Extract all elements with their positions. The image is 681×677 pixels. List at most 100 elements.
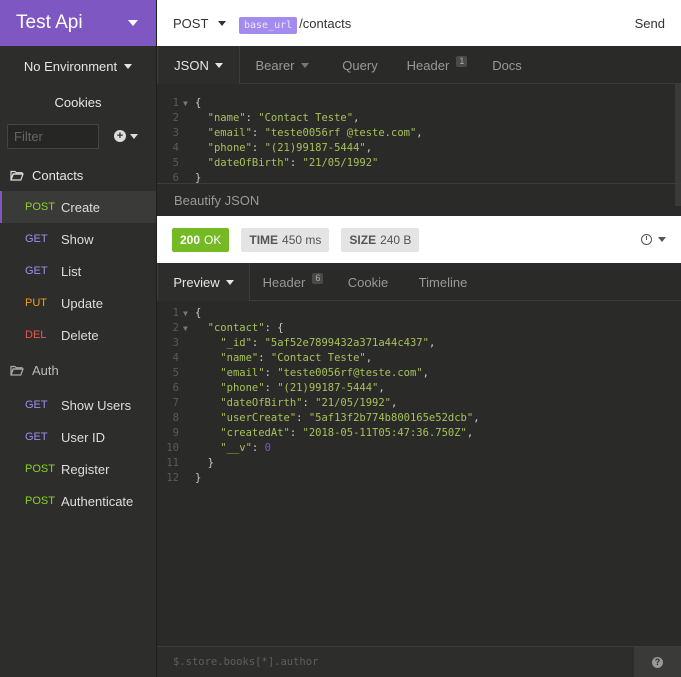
method-badge: DEL [25, 329, 47, 341]
workspace-header[interactable]: Test Api [0, 0, 156, 46]
json-key: "createdAt" [220, 427, 290, 439]
size-label: SIZE [349, 232, 377, 247]
beautify-json-button[interactable]: Beautify JSON [157, 183, 681, 216]
response-filter-bar: ? [157, 646, 681, 677]
sidebar-item-show[interactable]: GET Show [0, 223, 156, 255]
url-path: /contacts [299, 15, 352, 31]
time-label: TIME [249, 232, 279, 247]
sidebar-filter-input[interactable] [7, 123, 99, 149]
json-key: "email" [207, 127, 252, 139]
tab-json[interactable]: JSON [157, 46, 240, 84]
method-badge: GET [25, 233, 48, 245]
code-line: 2 "name": "Contact Teste", [172, 112, 360, 124]
request-label: Register [61, 461, 110, 477]
add-item-button[interactable]: + [114, 130, 138, 142]
method-badge: POST [25, 463, 55, 475]
sidebar-item-register[interactable]: POST Register [0, 453, 156, 485]
tab-label: Header [262, 274, 306, 290]
tab-preview[interactable]: Preview [157, 263, 250, 301]
folder-label: Contacts [32, 167, 84, 183]
request-body-editor[interactable]: 1 ▼{ 2 "name": "Contact Teste", 3 "email"… [157, 96, 675, 186]
clock-icon [641, 234, 652, 245]
method-badge: POST [25, 201, 55, 213]
method-dropdown[interactable]: POST [173, 16, 239, 31]
method-label: POST [173, 15, 209, 31]
chevron-down-icon [214, 62, 223, 68]
environment-selector[interactable]: No Environment [0, 47, 156, 85]
code-line: 4 "phone": "(21)99187-5444", [172, 142, 373, 154]
json-key: "userCreate" [220, 412, 297, 424]
sidebar-item-show-users[interactable]: GET Show Users [0, 389, 156, 421]
tab-header[interactable]: Header 1 [396, 46, 478, 84]
plus-circle-icon: + [114, 130, 126, 142]
json-value: "5af13f2b774b800165e52dcb" [308, 412, 474, 424]
chevron-down-icon [128, 20, 138, 26]
request-label: User ID [61, 429, 106, 445]
json-key: "dateOfBirth" [207, 157, 290, 169]
json-key: "dateOfBirth" [220, 397, 303, 409]
header-count-badge: 6 [312, 272, 324, 284]
url-bar: POST base_url/contacts Send [157, 0, 681, 46]
method-badge: PUT [25, 297, 47, 309]
json-key: "name" [220, 352, 259, 364]
chevron-down-icon [658, 237, 666, 242]
chevron-down-icon [225, 279, 234, 285]
response-tabs: Preview Header 6 Cookie Timeline [157, 263, 681, 301]
filter-help-button[interactable]: ? [634, 647, 681, 677]
tab-query[interactable]: Query [324, 46, 396, 84]
help-icon: ? [652, 656, 663, 668]
send-button[interactable]: Send [635, 16, 665, 31]
cookies-button[interactable]: Cookies [0, 85, 156, 119]
request-label: Update [61, 295, 103, 311]
sidebar-item-list[interactable]: GET List [0, 255, 156, 287]
json-value: "teste0056rf@teste.com" [277, 367, 423, 379]
code-line: 3 "email": "teste0056rf @teste.com", [172, 127, 423, 139]
request-label: Authenticate [61, 493, 134, 509]
env-variable-tag[interactable]: base_url [239, 16, 298, 34]
response-pane: Preview Header 6 Cookie Timeline 1 ▼{ 2 ▼ "… [157, 263, 681, 646]
sidebar-item-create[interactable]: POST Create [0, 191, 156, 223]
json-key: "contact" [207, 322, 265, 334]
status-badge: 200 OK [172, 227, 230, 252]
code-line: 1 ▼{ [172, 97, 202, 109]
json-key: "phone" [207, 142, 252, 154]
tab-label: Bearer [255, 57, 295, 73]
time-value: 450 ms [282, 232, 322, 247]
method-badge: POST [25, 495, 55, 507]
json-value: "5af52e7899432a371a44c437" [264, 337, 429, 349]
folder-open-icon [10, 170, 24, 181]
response-history-dropdown[interactable] [641, 234, 666, 245]
json-value: "(21)99187-5444" [277, 382, 379, 394]
folder-auth[interactable]: Auth [0, 354, 156, 386]
json-value: "teste0056rf @teste.com" [264, 127, 417, 139]
json-value: "21/05/1992" [315, 397, 391, 409]
json-value: "21/05/1992" [302, 157, 379, 169]
folder-label: Auth [32, 362, 59, 378]
tab-docs[interactable]: Docs [478, 46, 536, 84]
url-input[interactable]: base_url/contacts [239, 15, 635, 34]
sidebar-item-authenticate[interactable]: POST Authenticate [0, 485, 156, 517]
json-value: 0 [264, 442, 271, 454]
method-badge: GET [25, 265, 48, 277]
request-label: Show Users [61, 397, 132, 413]
environment-label: No Environment [23, 58, 118, 74]
tab-cookie[interactable]: Cookie [336, 263, 400, 301]
folder-open-icon [10, 365, 24, 376]
chevron-down-icon [218, 20, 227, 26]
request-label: Show [61, 231, 94, 247]
tab-timeline[interactable]: Timeline [400, 263, 486, 301]
chevron-down-icon [124, 63, 133, 69]
response-filter-input[interactable] [157, 647, 634, 677]
json-key: "_id" [220, 337, 252, 349]
cookies-label: Cookies [54, 94, 102, 110]
sidebar-item-user-id[interactable]: GET User ID [0, 421, 156, 453]
tab-response-header[interactable]: Header 6 [250, 263, 336, 301]
tab-bearer[interactable]: Bearer [240, 46, 324, 84]
json-key: "__v" [220, 442, 252, 454]
request-label: List [61, 263, 82, 279]
folder-contacts[interactable]: Contacts [0, 159, 156, 191]
tab-label: JSON [174, 57, 209, 73]
chevron-down-icon [130, 133, 138, 139]
sidebar-item-delete[interactable]: DEL Delete [0, 319, 156, 351]
sidebar-item-update[interactable]: PUT Update [0, 287, 156, 319]
